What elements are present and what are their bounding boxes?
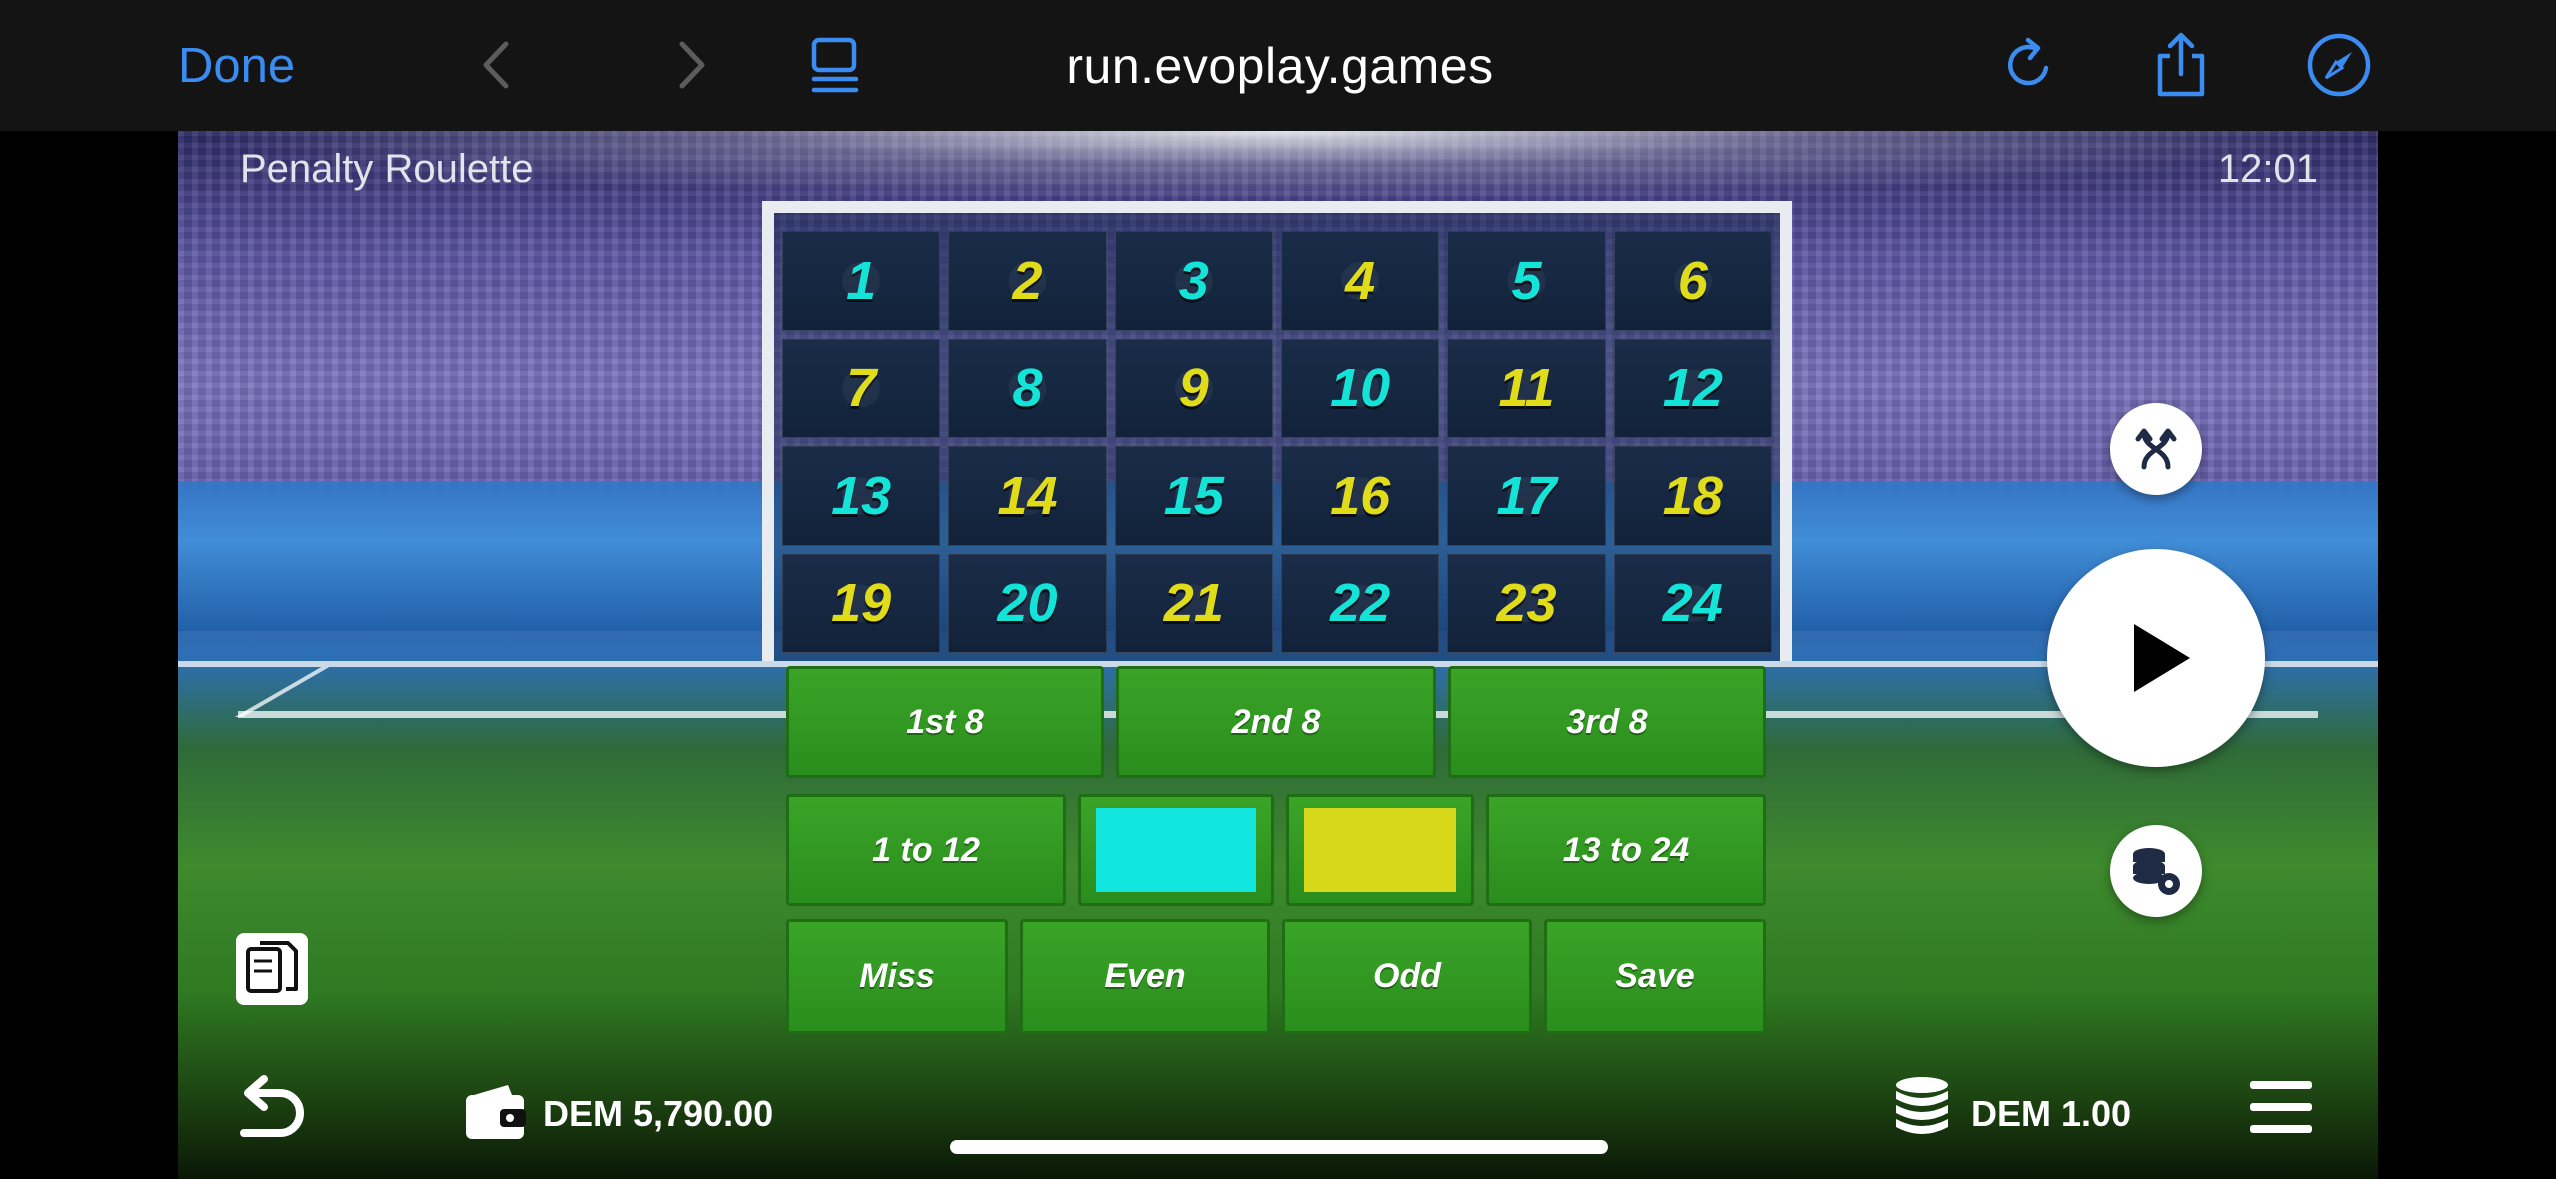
number-label: 7 <box>846 358 877 419</box>
number-label: 19 <box>831 573 892 634</box>
number-cell-1[interactable]: 1 <box>782 231 941 331</box>
chip-stack-icon <box>1892 1075 1952 1141</box>
bet-miss-button[interactable]: Miss <box>786 919 1008 1034</box>
bet-label: Odd <box>1373 957 1441 995</box>
number-label: 1 <box>846 250 877 311</box>
bet-odd-button[interactable]: Odd <box>1282 919 1532 1034</box>
game-area: Penalty Roulette 12:01 1 2 3 4 5 6 7 8 9 10 11 12 13… <box>178 131 2378 1179</box>
undo-icon[interactable] <box>230 1073 310 1153</box>
number-cell-10[interactable]: 10 <box>1280 338 1440 438</box>
number-grid: 1 2 3 4 5 6 7 8 9 10 11 12 13 14 15 16 17 18 19 20 21 22 23 24 <box>782 231 1772 653</box>
play-icon <box>2134 624 2190 692</box>
number-cell-21[interactable]: 21 <box>1114 553 1273 653</box>
rules-icon[interactable] <box>234 931 310 1007</box>
bet-1st-8-button[interactable]: 1st 8 <box>786 666 1104 778</box>
browser-toolbar: Done run.evoplay.games <box>0 0 2556 131</box>
bet-save-button[interactable]: Save <box>1544 919 1766 1034</box>
share-icon[interactable] <box>2146 30 2216 100</box>
number-label: 14 <box>997 465 1058 526</box>
number-cell-23[interactable]: 23 <box>1447 553 1606 653</box>
cyan-swatch <box>1096 807 1256 893</box>
number-label: 22 <box>1330 573 1391 634</box>
bet-yellow-button[interactable] <box>1286 794 1474 906</box>
number-cell-17[interactable]: 17 <box>1447 446 1606 546</box>
bet-1-to-12-button[interactable]: 1 to 12 <box>786 794 1066 906</box>
reload-icon[interactable] <box>1994 30 2064 100</box>
number-label: 24 <box>1662 573 1723 634</box>
number-cell-6[interactable]: 6 <box>1613 231 1772 331</box>
screen: Done run.evoplay.games Penalty Roulette … <box>0 0 2556 1179</box>
swap-button[interactable] <box>2110 403 2202 495</box>
number-label: 9 <box>1178 358 1209 419</box>
number-cell-15[interactable]: 15 <box>1114 446 1273 546</box>
bet-label: Even <box>1104 957 1186 995</box>
number-label: 8 <box>1012 358 1043 419</box>
number-cell-5[interactable]: 5 <box>1447 231 1606 331</box>
bet-label: 1 to 12 <box>872 830 980 869</box>
number-label: 5 <box>1511 250 1542 311</box>
back-icon[interactable] <box>462 30 532 100</box>
number-label: 20 <box>997 573 1058 634</box>
wallet-icon <box>464 1083 528 1141</box>
number-label: 6 <box>1677 250 1708 311</box>
number-cell-2[interactable]: 2 <box>948 231 1107 331</box>
menu-icon[interactable] <box>2250 1079 2312 1135</box>
number-cell-24[interactable]: 24 <box>1613 553 1772 653</box>
bet-label: 1st 8 <box>906 702 984 741</box>
game-title: Penalty Roulette <box>240 147 534 191</box>
compass-icon[interactable] <box>2304 30 2374 100</box>
play-button[interactable] <box>2047 549 2265 767</box>
number-cell-9[interactable]: 9 <box>1114 338 1273 438</box>
number-label: 11 <box>1498 358 1555 419</box>
game-clock: 12:01 <box>2217 147 2318 191</box>
auto-bet-settings-icon <box>2133 848 2180 895</box>
number-label: 18 <box>1662 465 1723 526</box>
bet-13-to-24-button[interactable]: 13 to 24 <box>1486 794 1766 906</box>
number-cell-7[interactable]: 7 <box>782 338 941 438</box>
number-cell-16[interactable]: 16 <box>1280 446 1440 546</box>
number-cell-20[interactable]: 20 <box>948 553 1107 653</box>
number-cell-4[interactable]: 4 <box>1280 231 1440 331</box>
swap-arrows-icon <box>2135 428 2177 470</box>
bet-amount: DEM 1.00 <box>1971 1093 2132 1134</box>
number-label: 21 <box>1163 573 1224 634</box>
url-label[interactable]: run.evoplay.games <box>880 34 1680 98</box>
auto-bet-settings-button[interactable] <box>2110 825 2202 917</box>
bet-3rd-8-button[interactable]: 3rd 8 <box>1448 666 1766 778</box>
number-cell-13[interactable]: 13 <box>782 446 941 546</box>
bet-2nd-8-button[interactable]: 2nd 8 <box>1116 666 1436 778</box>
number-label: 16 <box>1330 465 1391 526</box>
number-cell-3[interactable]: 3 <box>1114 231 1273 331</box>
number-cell-18[interactable]: 18 <box>1613 446 1772 546</box>
home-indicator[interactable] <box>950 1140 1608 1154</box>
number-label: 23 <box>1496 573 1557 634</box>
number-cell-14[interactable]: 14 <box>948 446 1107 546</box>
number-label: 10 <box>1330 358 1391 419</box>
number-label: 15 <box>1163 465 1224 526</box>
number-label: 3 <box>1178 250 1209 311</box>
bet-cyan-button[interactable] <box>1078 794 1274 906</box>
balance-amount: DEM 5,790.00 <box>543 1093 774 1134</box>
number-cell-19[interactable]: 19 <box>782 553 941 653</box>
done-button[interactable]: Done <box>178 36 295 96</box>
bet-label: Save <box>1615 957 1695 995</box>
bet-label: Miss <box>859 957 935 995</box>
bet-label: 13 to 24 <box>1562 830 1690 869</box>
pitch-line <box>234 667 330 717</box>
bet-label: 2nd 8 <box>1231 702 1321 741</box>
number-label: 2 <box>1012 250 1043 311</box>
number-label: 4 <box>1345 250 1376 311</box>
bet-label: 3rd 8 <box>1566 702 1648 741</box>
forward-icon[interactable] <box>656 30 726 100</box>
number-label: 17 <box>1496 465 1557 526</box>
number-label: 12 <box>1662 358 1723 419</box>
number-cell-12[interactable]: 12 <box>1613 338 1772 438</box>
bet-even-button[interactable]: Even <box>1020 919 1270 1034</box>
yellow-swatch <box>1303 807 1457 893</box>
tabs-icon[interactable] <box>800 30 870 100</box>
number-cell-11[interactable]: 11 <box>1447 338 1606 438</box>
number-cell-8[interactable]: 8 <box>948 338 1107 438</box>
number-label: 13 <box>831 465 892 526</box>
number-cell-22[interactable]: 22 <box>1280 553 1440 653</box>
